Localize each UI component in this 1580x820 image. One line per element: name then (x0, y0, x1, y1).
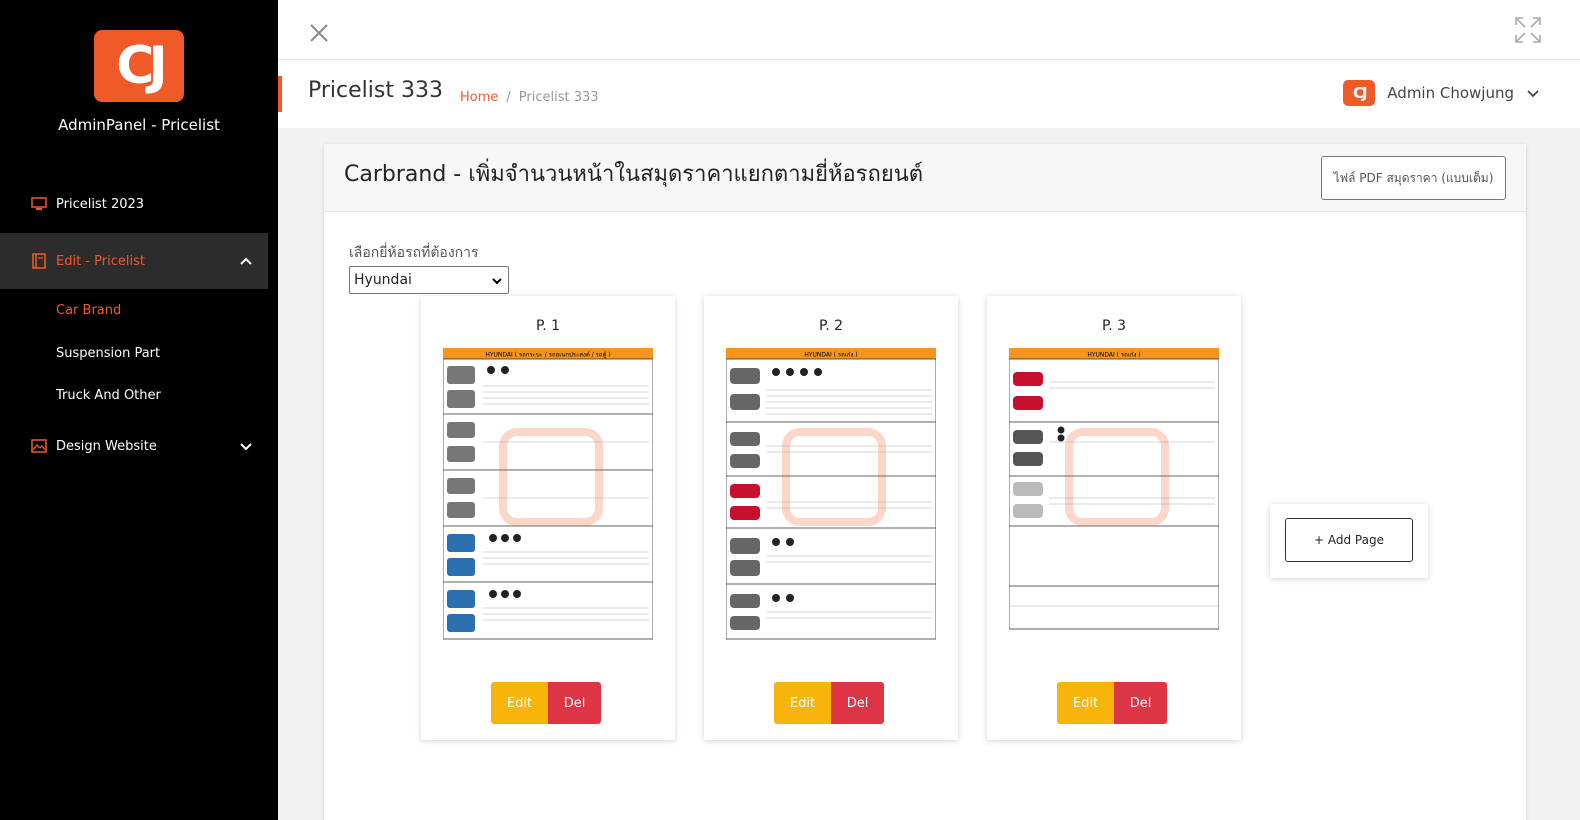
page-label: P. 3 (1101, 318, 1127, 334)
card-header: Carbrand - เพิ่มจำนวนหน้าในสมุดราคาแยกตา… (324, 144, 1526, 212)
sidebar-subitem-truck-and-other[interactable]: Truck And Other (56, 388, 161, 403)
carbrand-card: Carbrand - เพิ่มจำนวนหน้าในสมุดราคาแยกตา… (324, 144, 1526, 820)
page-label: P. 2 (818, 318, 844, 334)
delete-button[interactable]: Del (548, 682, 601, 724)
sidebar-subitem-car-brand[interactable]: Car Brand (56, 303, 121, 318)
sidebar-item-edit-pricelist[interactable]: Edit - Pricelist (0, 233, 268, 289)
avatar: CJ (1343, 80, 1376, 106)
page-header: Pricelist 333 Home / Pricelist 333 CJ Ad… (278, 60, 1580, 128)
sidebar-item-label: Edit - Pricelist (56, 253, 145, 269)
breadcrumb-home-link[interactable]: Home (460, 90, 498, 105)
chevron-down-icon (492, 278, 502, 285)
page-thumbnail[interactable]: HYUNDAI ( รถเก๋ง ) (726, 342, 936, 652)
brand-select[interactable]: Hyundai (349, 266, 509, 294)
pdf-download-button[interactable]: ไฟล์ PDF สมุดราคา (แบบเต็ม) (1321, 156, 1506, 200)
book-icon (30, 252, 48, 270)
user-name: Admin Chowjung (1387, 84, 1514, 102)
sidebar-item-label: Pricelist 2023 (56, 196, 145, 212)
page-label: P. 1 (535, 318, 561, 334)
page-card-1: P. 1 HYUNDAI ( รถกระบะ / รถอเนกประสงค์ /… (421, 296, 675, 740)
page-card-3: P. 3 HYUNDAI ( รถเก๋ง ) Edit Del (987, 296, 1241, 740)
monitor-icon (30, 195, 48, 213)
user-menu[interactable]: CJ Admin Chowjung (1343, 80, 1540, 106)
sidebar-item-design-website[interactable]: Design Website (0, 418, 268, 474)
close-icon[interactable] (308, 22, 330, 44)
sidebar-item-label: Design Website (56, 438, 157, 454)
sidebar: CJ AdminPanel - Pricelist Pricelist 2023… (0, 0, 278, 820)
logo-text: CJ (116, 36, 167, 96)
edit-button[interactable]: Edit (1057, 682, 1114, 724)
page-title: Pricelist 333 (308, 78, 443, 103)
sidebar-subitem-suspension-part[interactable]: Suspension Part (56, 346, 160, 361)
app-title: AdminPanel - Pricelist (58, 116, 220, 134)
cj-logo: CJ (94, 30, 184, 102)
fullscreen-icon[interactable] (1514, 16, 1542, 44)
breadcrumb-current: Pricelist 333 (518, 90, 599, 105)
page-actions: Edit Del (491, 682, 601, 724)
top-bar (278, 0, 1580, 60)
edit-button[interactable]: Edit (774, 682, 831, 724)
image-icon (30, 437, 48, 455)
delete-button[interactable]: Del (831, 682, 884, 724)
chevron-down-icon (240, 443, 252, 451)
page-actions: Edit Del (1057, 682, 1167, 724)
brand-select-value: Hyundai (354, 272, 412, 288)
card-title: Carbrand - เพิ่มจำนวนหน้าในสมุดราคาแยกตา… (344, 162, 924, 187)
chevron-down-icon (1527, 90, 1539, 98)
thumbnail-header: HYUNDAI ( รถเก๋ง ) (804, 352, 857, 359)
thumbnail-header: HYUNDAI ( รถเก๋ง ) (1087, 352, 1140, 359)
chevron-up-icon (240, 257, 252, 265)
page-thumbnail[interactable]: HYUNDAI ( รถกระบะ / รถอเนกประสงค์ / รถตู… (443, 342, 653, 652)
add-page-button[interactable]: + Add Page (1285, 518, 1413, 562)
brand-select-label: เลือกยี่ห้อรถที่ต้องการ (349, 245, 479, 261)
sidebar-item-pricelist-2023[interactable]: Pricelist 2023 (0, 176, 268, 232)
breadcrumb: Home / Pricelist 333 (460, 90, 599, 105)
delete-button[interactable]: Del (1114, 682, 1167, 724)
thumbnail-header: HYUNDAI ( รถกระบะ / รถอเนกประสงค์ / รถตู… (485, 351, 610, 359)
breadcrumb-separator: / (506, 90, 511, 105)
page-actions: Edit Del (774, 682, 884, 724)
page-card-2: P. 2 HYUNDAI ( รถเก๋ง ) Edit Del (704, 296, 958, 740)
page-thumbnail[interactable]: HYUNDAI ( รถเก๋ง ) (1009, 342, 1219, 652)
add-page-card: + Add Page (1270, 504, 1428, 578)
edit-button[interactable]: Edit (491, 682, 548, 724)
header-accent-bar (278, 76, 282, 112)
